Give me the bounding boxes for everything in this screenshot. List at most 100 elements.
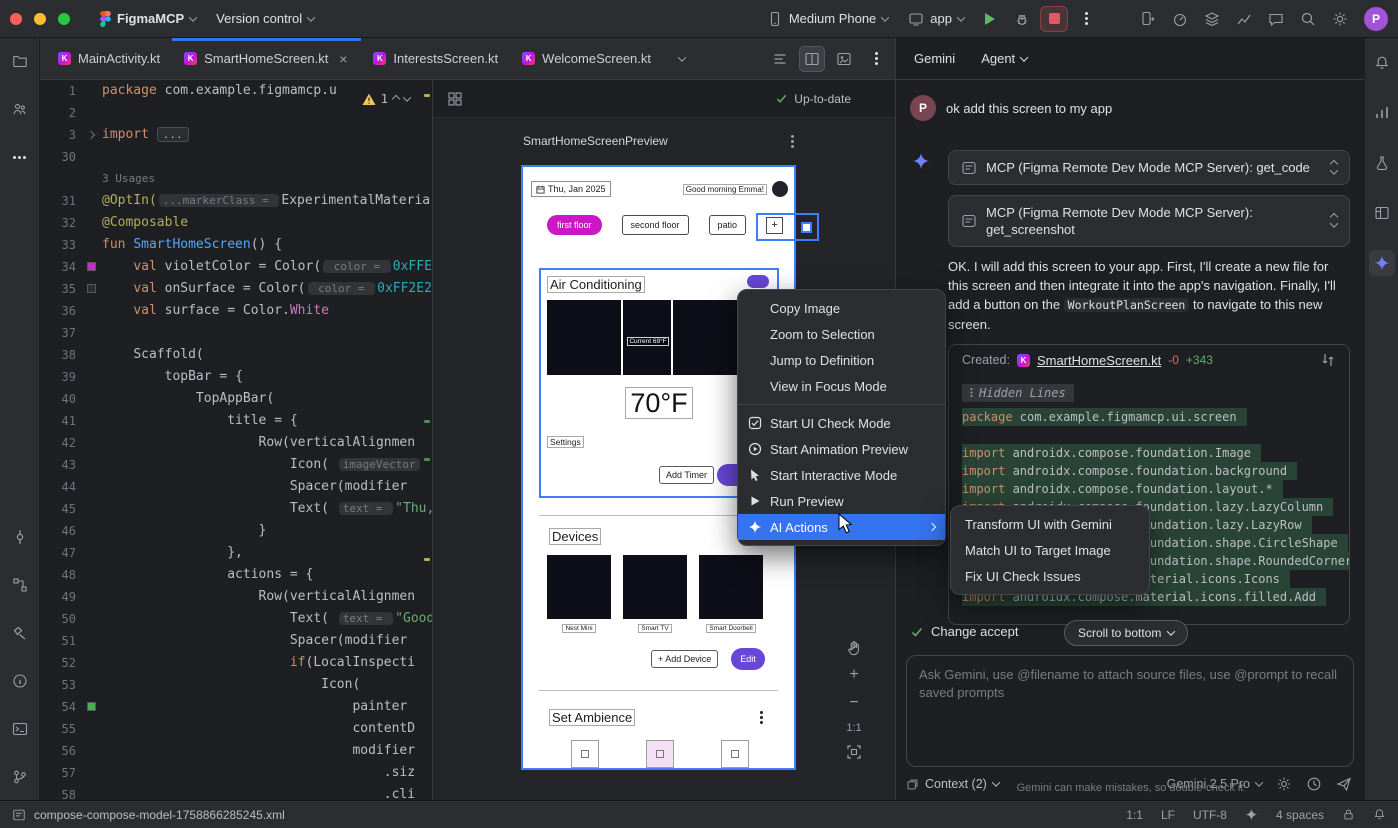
problems-tool-button[interactable] [7,668,33,694]
usages-lens[interactable]: 3 Usages [102,172,155,185]
version-control-tool-button[interactable] [7,764,33,790]
editor-line[interactable]: 30 [40,146,432,168]
submenu-item[interactable]: Transform UI with Gemini [951,511,1149,537]
tab-agent[interactable]: Agent [981,51,1027,66]
notifications-button[interactable] [1369,50,1395,76]
code-editor[interactable]: 1package com.example.figmamcp.u23import … [40,80,432,800]
color-swatch[interactable] [87,702,96,711]
ambience-swatch[interactable] [646,740,674,768]
editor-line[interactable]: 51 Spacer(modifier [40,630,432,652]
date-chip[interactable]: Thu, Jan 2025 [531,181,611,197]
zoom-in-button[interactable] [849,666,858,684]
editor-line[interactable]: 55 contentD [40,718,432,740]
editor-line[interactable]: 3 Usages [40,168,432,190]
tab-mainactivity[interactable]: MainActivity.kt [46,38,172,79]
gemini-prompt-input[interactable]: Ask Gemini, use @filename to attach sour… [906,655,1354,767]
commit-tool-button[interactable] [7,524,33,550]
tab-gemini[interactable]: Gemini [914,51,955,66]
submenu-item[interactable]: Match UI to Target Image [951,537,1149,563]
tab-smarthomescreen[interactable]: SmartHomeScreen.kt [172,38,361,79]
floor-tab[interactable]: second floor [622,215,689,235]
tab-interestsscreen[interactable]: InterestsScreen.kt [361,38,510,79]
mcp-tool-card[interactable]: MCP (Figma Remote Dev Mode MCP Server): … [948,150,1350,185]
next-issue-icon[interactable] [403,93,411,101]
editor-line[interactable]: 47 }, [40,542,432,564]
terminal-tool-button[interactable] [7,716,33,742]
expand-icon[interactable] [1331,161,1337,175]
floor-tab[interactable]: patio [709,215,747,235]
created-file-link[interactable]: SmartHomeScreen.kt [1037,353,1161,368]
stop-button[interactable] [1040,6,1068,32]
editor-line[interactable]: 39 topBar = { [40,366,432,388]
feedback-button[interactable] [1262,6,1290,32]
line-ending[interactable]: LF [1161,808,1175,822]
profiler-button[interactable] [1166,6,1194,32]
code-view-button[interactable] [767,46,793,72]
close-window-button[interactable] [10,13,22,25]
layout-inspector-button[interactable] [1369,200,1395,226]
app-quality-insights-button[interactable] [1369,150,1395,176]
context-menu-item[interactable]: View in Focus Mode [738,373,945,399]
indent-size[interactable]: 4 spaces [1276,808,1324,822]
editor-line[interactable]: 36 val surface = Color.White [40,300,432,322]
project-widget[interactable]: FigmaMCP [92,7,204,31]
context-menu-item[interactable]: Start UI Check Mode [738,410,945,436]
prev-issue-icon[interactable] [392,95,400,103]
editor-line[interactable]: 49 Row(verticalAlignmen [40,586,432,608]
preview-options-icon[interactable] [791,140,794,143]
run-configuration-selector[interactable]: app [900,7,972,31]
scroll-to-bottom-button[interactable]: Scroll to bottom [1064,620,1188,646]
ambience-swatch[interactable] [721,740,749,768]
caret-position[interactable]: 1:1 [1126,808,1143,822]
notifications-icon[interactable] [1373,808,1386,821]
context-menu-item[interactable]: Copy Image [738,295,945,321]
settings-button[interactable] [1326,6,1354,32]
hidden-tabs-chevron-icon[interactable] [678,53,686,61]
zoom-to-fit-icon[interactable] [846,744,862,760]
app-insights-button[interactable] [1230,6,1258,32]
vcs-widget[interactable]: Version control [208,7,322,30]
context-menu-item[interactable]: Start Interactive Mode [738,462,945,488]
ai-sparkle-icon[interactable] [1245,808,1258,821]
close-tab-icon[interactable] [337,53,349,65]
editor-line[interactable]: 45 Text( text = "Thu, [40,498,432,520]
pan-hand-icon[interactable] [846,640,862,656]
more-run-actions-button[interactable] [1072,6,1100,32]
editor-line[interactable]: 57 .siz [40,762,432,784]
minimize-window-button[interactable] [34,13,46,25]
device-card[interactable]: Smart Doorbell [699,555,763,633]
hidden-lines-chip[interactable]: Hidden Lines [962,384,1074,402]
color-swatch[interactable] [87,262,96,271]
editor-line[interactable]: 58 .cli [40,784,432,800]
build-variants-button[interactable] [1198,6,1226,32]
gemini-tool-button[interactable] [1369,250,1395,276]
profile-avatar[interactable]: P [1364,7,1388,31]
structure-tool-button[interactable] [7,572,33,598]
zoom-level[interactable]: 1:1 [846,722,861,734]
editor-line[interactable]: 32@Composable [40,212,432,234]
floor-tab[interactable]: first floor [547,215,602,235]
expand-icon[interactable] [1331,214,1337,228]
device-mirror-button[interactable] [1134,6,1162,32]
editor-line[interactable]: 41 title = { [40,410,432,432]
editor-options-button[interactable] [863,46,889,72]
ac-toggle[interactable] [747,275,769,288]
ambience-options-icon[interactable] [760,716,763,719]
editor-line[interactable]: 43 Icon( imageVector [40,454,432,476]
editor-line[interactable]: 33fun SmartHomeScreen() { [40,234,432,256]
selection-resize-handle[interactable] [801,222,812,233]
editor-line[interactable]: 53 Icon( [40,674,432,696]
editor-line[interactable]: 50 Text( text = "Good [40,608,432,630]
more-tool-windows-button[interactable] [7,144,33,170]
editor-line[interactable]: 35 val onSurface = Color( color = 0xFF2E… [40,278,432,300]
ambience-swatch[interactable] [571,740,599,768]
error-stripe[interactable] [422,80,432,800]
inspections-widget[interactable]: 1 [356,86,416,112]
device-selector[interactable]: Medium Phone [759,7,896,31]
editor-line[interactable]: 44 Spacer(modifier [40,476,432,498]
add-timer-button[interactable]: Add Timer [659,466,714,484]
device-card[interactable]: Nest Mini [547,555,611,633]
debug-button[interactable] [1008,6,1036,32]
context-menu-item[interactable]: Run Preview [738,488,945,514]
editor-line[interactable]: 34 val violetColor = Color( color = 0xFF… [40,256,432,278]
